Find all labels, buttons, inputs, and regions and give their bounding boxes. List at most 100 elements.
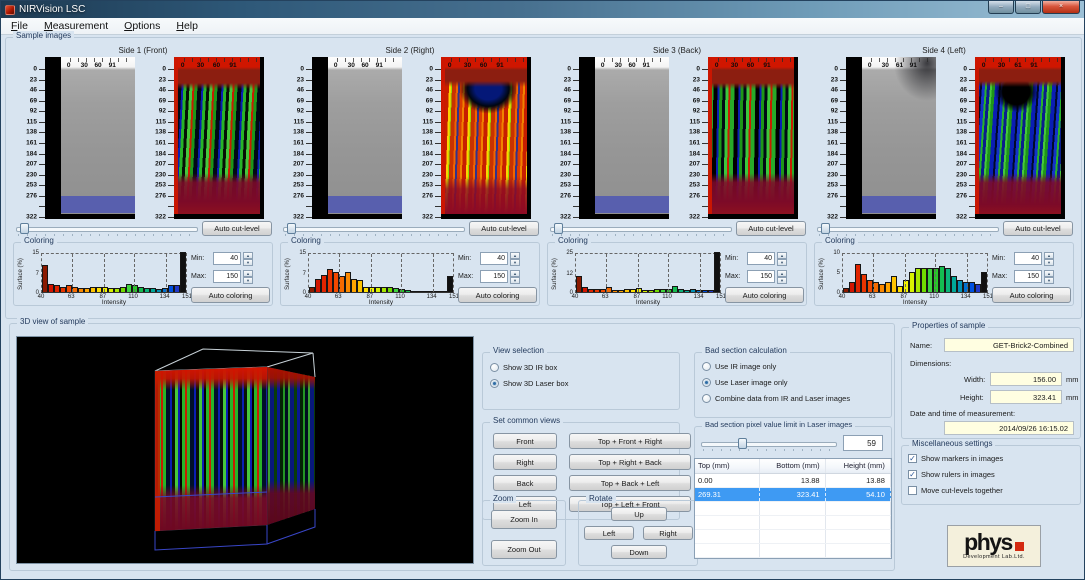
misc-check-1[interactable]: ✓Show rulers in images bbox=[902, 466, 1080, 482]
spin-down-icon[interactable]: ▾ bbox=[1044, 277, 1054, 284]
auto-coloring-button[interactable]: Auto coloring bbox=[992, 287, 1071, 303]
cut-level-slider[interactable] bbox=[16, 223, 198, 236]
max-intensity-spinner[interactable]: ▴▾ bbox=[777, 270, 787, 283]
spin-down-icon[interactable]: ▾ bbox=[1044, 259, 1054, 266]
laser-image[interactable]: 0306191 bbox=[975, 57, 1061, 214]
spin-up-icon[interactable]: ▴ bbox=[777, 252, 787, 259]
spin-up-icon[interactable]: ▴ bbox=[1044, 252, 1054, 259]
auto-coloring-button[interactable]: Auto coloring bbox=[725, 287, 804, 303]
view-selection-option-1[interactable]: Show 3D Laser box bbox=[483, 375, 679, 391]
max-intensity-field[interactable]: 150 bbox=[747, 270, 775, 283]
cut-level-slider-thumb[interactable] bbox=[287, 223, 296, 234]
min-intensity-spinner[interactable]: ▴▾ bbox=[243, 252, 253, 265]
table-row[interactable]: 0.0013.8813.88 bbox=[695, 474, 891, 488]
spin-up-icon[interactable]: ▴ bbox=[510, 270, 520, 277]
menu-help[interactable]: Help bbox=[168, 19, 206, 33]
min-intensity-field[interactable]: 40 bbox=[480, 252, 508, 265]
misc-check-2[interactable]: Move cut-levels together bbox=[902, 482, 1080, 498]
bad-section-option-1[interactable]: Use Laser image only bbox=[695, 374, 891, 390]
auto-cut-level-button[interactable]: Auto cut-level bbox=[736, 221, 806, 236]
min-intensity-field[interactable]: 40 bbox=[1014, 252, 1042, 265]
view-selection-option-0[interactable]: Show 3D IR box bbox=[483, 359, 679, 375]
cut-level-slider[interactable] bbox=[550, 223, 732, 236]
sample-name-field[interactable]: GET-Brick2-Combined bbox=[944, 338, 1074, 352]
spin-up-icon[interactable]: ▴ bbox=[777, 270, 787, 277]
height-field[interactable]: 323.41 bbox=[990, 390, 1062, 404]
spin-up-icon[interactable]: ▴ bbox=[510, 252, 520, 259]
laser-image[interactable]: 0306091 bbox=[174, 57, 260, 214]
auto-cut-level-button[interactable]: Auto cut-level bbox=[469, 221, 539, 236]
bad-section-radio[interactable] bbox=[702, 378, 711, 387]
ir-image[interactable]: 0306091 bbox=[595, 57, 669, 214]
min-intensity-field[interactable]: 40 bbox=[747, 252, 775, 265]
bad-limit-value-field[interactable]: 59 bbox=[843, 435, 883, 451]
column-header[interactable]: Bottom (mm) bbox=[760, 459, 825, 473]
column-header[interactable]: Height (mm) bbox=[826, 459, 891, 473]
view-combo-2-button[interactable]: Top + Back + Left bbox=[569, 475, 691, 491]
ir-image[interactable]: 0306191 bbox=[862, 57, 936, 214]
datetime-field[interactable]: 2014/09/26 16:15.02 bbox=[944, 421, 1074, 435]
ir-image[interactable]: 0306091 bbox=[328, 57, 402, 214]
zoom-out-button[interactable]: Zoom Out bbox=[491, 540, 557, 559]
view-combo-0-button[interactable]: Top + Front + Right bbox=[569, 433, 691, 449]
max-intensity-field[interactable]: 150 bbox=[213, 270, 241, 283]
view-front-button[interactable]: Front bbox=[493, 433, 557, 449]
width-field[interactable]: 156.00 bbox=[990, 372, 1062, 386]
auto-coloring-button[interactable]: Auto coloring bbox=[191, 287, 270, 303]
cut-level-slider[interactable] bbox=[283, 223, 465, 236]
view-selection-radio[interactable] bbox=[490, 379, 499, 388]
bad-limit-slider[interactable] bbox=[701, 438, 837, 451]
spin-up-icon[interactable]: ▴ bbox=[243, 270, 253, 277]
auto-cut-level-button[interactable]: Auto cut-level bbox=[1003, 221, 1073, 236]
spin-down-icon[interactable]: ▾ bbox=[777, 259, 787, 266]
sections-table[interactable]: Top (mm)Bottom (mm)Height (mm)0.0013.881… bbox=[694, 458, 892, 559]
max-intensity-spinner[interactable]: ▴▾ bbox=[243, 270, 253, 283]
auto-cut-level-button[interactable]: Auto cut-level bbox=[202, 221, 272, 236]
column-header[interactable]: Top (mm) bbox=[695, 459, 760, 473]
max-intensity-spinner[interactable]: ▴▾ bbox=[1044, 270, 1054, 283]
cut-level-slider-thumb[interactable] bbox=[821, 223, 830, 234]
table-row[interactable] bbox=[695, 502, 891, 516]
auto-coloring-button[interactable]: Auto coloring bbox=[458, 287, 537, 303]
rotate-down-button[interactable]: Down bbox=[611, 545, 667, 559]
spin-up-icon[interactable]: ▴ bbox=[1044, 270, 1054, 277]
checkbox-icon[interactable]: ✓ bbox=[908, 470, 917, 479]
maximize-button[interactable]: □ bbox=[1015, 1, 1041, 14]
title-bar[interactable]: NIRVision LSC –□× bbox=[1, 1, 1084, 18]
table-row[interactable] bbox=[695, 530, 891, 544]
spin-down-icon[interactable]: ▾ bbox=[510, 259, 520, 266]
misc-check-0[interactable]: ✓Show markers in images bbox=[902, 450, 1080, 466]
laser-image[interactable]: 0306091 bbox=[708, 57, 794, 214]
spin-up-icon[interactable]: ▴ bbox=[243, 252, 253, 259]
max-intensity-spinner[interactable]: ▴▾ bbox=[510, 270, 520, 283]
menu-options[interactable]: Options bbox=[116, 19, 168, 33]
min-intensity-spinner[interactable]: ▴▾ bbox=[777, 252, 787, 265]
minimize-button[interactable]: – bbox=[988, 1, 1014, 14]
min-intensity-spinner[interactable]: ▴▾ bbox=[510, 252, 520, 265]
spin-down-icon[interactable]: ▾ bbox=[243, 259, 253, 266]
laser-image[interactable]: 0306091 bbox=[441, 57, 527, 214]
view-combo-1-button[interactable]: Top + Right + Back bbox=[569, 454, 691, 470]
bad-section-option-2[interactable]: Combine data from IR and Laser images bbox=[695, 390, 891, 406]
bad-section-radio[interactable] bbox=[702, 362, 711, 371]
spin-down-icon[interactable]: ▾ bbox=[777, 277, 787, 284]
close-button[interactable]: × bbox=[1042, 1, 1080, 14]
checkbox-icon[interactable]: ✓ bbox=[908, 454, 917, 463]
min-intensity-spinner[interactable]: ▴▾ bbox=[1044, 252, 1054, 265]
checkbox-icon[interactable] bbox=[908, 486, 917, 495]
bad-section-option-0[interactable]: Use IR image only bbox=[695, 358, 891, 374]
table-row[interactable]: 269.31323.4154.10 bbox=[695, 488, 891, 502]
table-row[interactable] bbox=[695, 544, 891, 558]
cut-level-slider[interactable] bbox=[817, 223, 999, 236]
rotate-left-button[interactable]: Left bbox=[584, 526, 634, 540]
cut-level-slider-thumb[interactable] bbox=[554, 223, 563, 234]
rotate-right-button[interactable]: Right bbox=[643, 526, 693, 540]
bad-limit-slider-thumb[interactable] bbox=[738, 438, 747, 449]
ir-image[interactable]: 0306091 bbox=[61, 57, 135, 214]
max-intensity-field[interactable]: 150 bbox=[480, 270, 508, 283]
cut-level-slider-thumb[interactable] bbox=[20, 223, 29, 234]
view3d-canvas[interactable] bbox=[16, 336, 474, 564]
bad-section-radio[interactable] bbox=[702, 394, 711, 403]
view-right-button[interactable]: Right bbox=[493, 454, 557, 470]
spin-down-icon[interactable]: ▾ bbox=[510, 277, 520, 284]
